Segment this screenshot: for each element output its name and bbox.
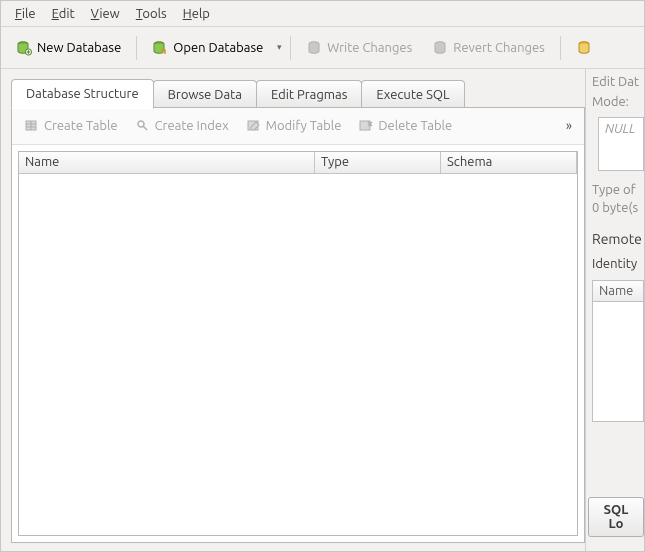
column-header-type[interactable]: Type bbox=[315, 152, 441, 173]
database-open-icon bbox=[152, 40, 168, 56]
table-delete-icon bbox=[359, 119, 373, 133]
menu-view[interactable]: View bbox=[83, 4, 128, 24]
mode-label: Mode: bbox=[592, 95, 644, 109]
tab-browse-data[interactable]: Browse Data bbox=[153, 80, 257, 108]
tab-edit-pragmas[interactable]: Edit Pragmas bbox=[256, 80, 362, 108]
right-side-panel: Edit Dat Mode: NULL Type of 0 byte(s Rem… bbox=[585, 69, 644, 551]
cell-value-editor[interactable]: NULL bbox=[598, 117, 644, 171]
remote-name-list bbox=[592, 302, 644, 422]
modify-table-button: Modify Table bbox=[240, 114, 349, 138]
database-revert-icon bbox=[432, 40, 448, 56]
structure-toolbar: Create Table Create Index Modify Table D… bbox=[12, 108, 584, 145]
toolbar-separator bbox=[136, 36, 137, 60]
revert-changes-button: Revert Changes bbox=[423, 35, 554, 61]
truncated-toolbar-button[interactable] bbox=[567, 35, 593, 61]
menu-edit[interactable]: Edit bbox=[44, 4, 83, 24]
tab-database-structure[interactable]: Database Structure bbox=[11, 79, 154, 109]
structure-table: Name Type Schema bbox=[18, 151, 578, 536]
create-index-button: Create Index bbox=[129, 114, 236, 138]
column-header-schema[interactable]: Schema bbox=[441, 152, 577, 173]
menubar: File Edit View Tools Help bbox=[1, 1, 644, 27]
write-changes-button: Write Changes bbox=[297, 35, 421, 61]
main-toolbar: New Database Open Database ▾ Write Chang… bbox=[1, 27, 644, 69]
index-create-icon bbox=[136, 119, 150, 133]
main-split: Database Structure Browse Data Edit Prag… bbox=[1, 69, 644, 551]
database-write-icon bbox=[306, 40, 322, 56]
identity-label: Identity bbox=[592, 255, 644, 273]
menu-file[interactable]: File bbox=[7, 4, 44, 24]
table-create-icon bbox=[25, 119, 39, 133]
open-database-label: Open Database bbox=[173, 41, 263, 55]
cell-size-info: 0 byte(s bbox=[592, 199, 644, 217]
remote-panel-title: Remote bbox=[592, 231, 644, 247]
structure-toolbar-overflow[interactable]: » bbox=[560, 117, 578, 135]
tab-bar: Database Structure Browse Data Edit Prag… bbox=[11, 77, 585, 107]
cell-type-info: Type of bbox=[592, 181, 644, 199]
open-database-button[interactable]: Open Database bbox=[143, 35, 272, 61]
edit-cell-panel-title: Edit Dat bbox=[592, 75, 644, 89]
left-pane: Database Structure Browse Data Edit Prag… bbox=[1, 69, 585, 551]
menu-help[interactable]: Help bbox=[175, 4, 218, 24]
tab-database-structure-body: Create Table Create Index Modify Table D… bbox=[11, 107, 585, 543]
database-icon bbox=[576, 40, 592, 56]
database-new-icon bbox=[16, 40, 32, 56]
menu-tools[interactable]: Tools bbox=[128, 4, 175, 24]
write-changes-label: Write Changes bbox=[327, 41, 412, 55]
table-modify-icon bbox=[247, 119, 261, 133]
sql-log-button[interactable]: SQL Lo bbox=[588, 497, 644, 537]
toolbar-separator bbox=[290, 36, 291, 60]
tab-execute-sql[interactable]: Execute SQL bbox=[361, 80, 464, 108]
new-database-button[interactable]: New Database bbox=[7, 35, 130, 61]
new-database-label: New Database bbox=[37, 41, 121, 55]
remote-name-header[interactable]: Name bbox=[592, 280, 644, 302]
column-header-name[interactable]: Name bbox=[19, 152, 315, 173]
create-table-button: Create Table bbox=[18, 114, 125, 138]
open-database-dropdown[interactable]: ▾ bbox=[274, 36, 284, 60]
structure-table-header: Name Type Schema bbox=[19, 152, 577, 174]
delete-table-button: Delete Table bbox=[352, 114, 459, 138]
revert-changes-label: Revert Changes bbox=[453, 41, 545, 55]
toolbar-separator bbox=[560, 36, 561, 60]
